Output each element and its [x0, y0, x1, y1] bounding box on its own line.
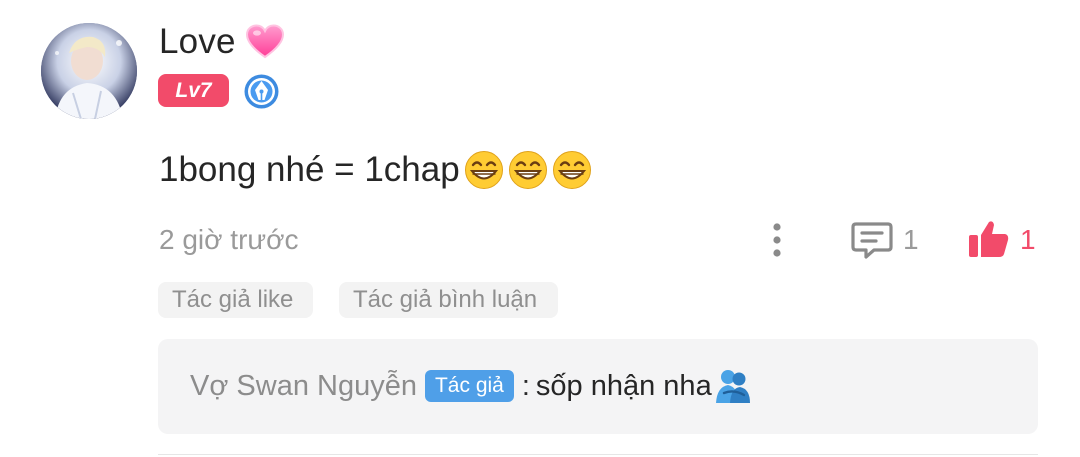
grinning-face-icon [552, 150, 592, 190]
comment-body: 1bong nhé = 1chap [159, 150, 460, 189]
reply-preview[interactable]: Vợ Swan Nguyễn Tác giả : sốp nhận nha [158, 339, 1038, 434]
comment-card: Love Lv7 1bong nhé = 1chap 2 giờ trước 1… [0, 0, 1080, 457]
author-comment-tag: Tác giả bình luận [339, 282, 558, 318]
pink-heart-icon [245, 24, 284, 60]
people-hugging-icon [714, 367, 752, 405]
avatar[interactable] [41, 23, 137, 119]
grinning-face-icon [464, 150, 504, 190]
username-text[interactable]: Love [159, 22, 236, 62]
reply-separator: : [521, 369, 530, 402]
pen-nib-badge-icon [243, 73, 280, 110]
comment-timestamp: 2 giờ trước [159, 224, 299, 255]
reply-author[interactable]: Vợ Swan Nguyễn [190, 370, 417, 403]
reply-count[interactable]: 1 [903, 224, 919, 256]
reply-line: Vợ Swan Nguyễn Tác giả : sốp nhận nha [190, 367, 752, 405]
author-badge: Tác giả [424, 370, 514, 402]
grinning-face-icon [508, 150, 548, 190]
vertical-dots-icon[interactable] [766, 220, 788, 260]
comment-bubble-icon[interactable] [850, 219, 894, 261]
comment-text: 1bong nhé = 1chap [159, 150, 592, 190]
divider [158, 454, 1038, 455]
like-count[interactable]: 1 [1020, 224, 1036, 256]
reply-text: sốp nhận nha [535, 369, 712, 402]
author-like-tag: Tác giả like [158, 282, 313, 318]
thumbs-up-icon[interactable] [968, 218, 1010, 260]
username[interactable]: Love [159, 22, 284, 62]
level-badge: Lv7 [158, 74, 229, 107]
